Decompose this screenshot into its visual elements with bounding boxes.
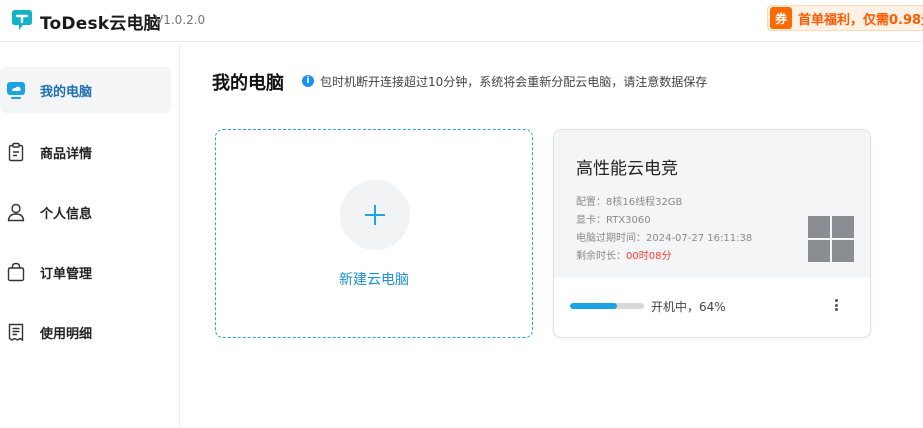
app-header: ToDesk云电脑 V1.0.2.0 券 首单福利，仅需0.98元 — [0, 0, 923, 42]
more-options-button[interactable] — [828, 296, 844, 314]
sidebar-item-label: 使用明细 — [40, 326, 93, 342]
user-icon — [6, 202, 26, 222]
coupon-icon: 券 — [770, 7, 792, 29]
receipt-icon — [6, 322, 26, 342]
cloud-pc-icon — [6, 80, 26, 100]
cloud-pc-info: 高性能云电竞 配置：8核16线程32GB 显卡：RTX3060 电脑过期时间：2… — [554, 130, 870, 278]
more-dot — [834, 303, 838, 307]
info-icon: i — [302, 75, 314, 87]
clipboard-icon — [6, 142, 26, 162]
sidebar-item-label: 商品详情 — [40, 146, 93, 162]
sidebar-item-label: 我的电脑 — [40, 84, 93, 100]
session-notice: 包时机断开连接超过10分钟，系统将会重新分配云电脑，请注意数据保存 — [320, 75, 708, 89]
more-dot — [834, 308, 838, 311]
more-dot — [834, 299, 838, 302]
brand-name: ToDesk云电脑 — [40, 14, 161, 34]
new-cloud-pc-label: 新建云电脑 — [339, 272, 409, 288]
promo-text: 首单福利，仅需0.98元 — [798, 12, 923, 28]
sidebar-item-usage-details[interactable]: 使用明细 — [0, 309, 171, 355]
spec-remaining-time: 剩余时长：00时08分 — [576, 251, 672, 262]
spec-gpu: 显卡：RTX3060 — [576, 215, 651, 226]
new-cloud-pc-card[interactable]: 新建云电脑 — [215, 129, 533, 338]
sidebar-item-label: 订单管理 — [40, 266, 93, 282]
todesk-logo-icon — [12, 10, 32, 30]
cloud-pc-card[interactable]: 高性能云电竞 配置：8核16线程32GB 显卡：RTX3060 电脑过期时间：2… — [553, 129, 871, 338]
shopping-bag-icon — [6, 262, 26, 282]
boot-progress-fill — [570, 303, 618, 309]
sidebar-item-label: 个人信息 — [40, 206, 93, 222]
spec-config: 配置：8核16线程32GB — [576, 197, 683, 208]
app-version: V1.0.2.0 — [155, 13, 206, 27]
app-window: ToDesk云电脑 V1.0.2.0 券 首单福利，仅需0.98元 我的电脑 商… — [0, 0, 923, 428]
windows-icon — [808, 216, 854, 262]
promo-banner[interactable]: 券 首单福利，仅需0.98元 — [767, 5, 923, 31]
page-title: 我的电脑 — [212, 73, 284, 94]
cloud-pc-name: 高性能云电竞 — [576, 159, 678, 179]
sidebar-item-order-management[interactable]: 订单管理 — [0, 249, 171, 295]
sidebar-item-personal-info[interactable]: 个人信息 — [0, 189, 171, 235]
spec-expire-time: 电脑过期时间：2024-07-27 16:11:38 — [576, 233, 753, 244]
boot-status-text: 开机中，64% — [651, 300, 726, 314]
boot-progress-bar — [570, 303, 644, 309]
plus-icon — [340, 180, 410, 250]
sidebar: 我的电脑 商品详情 个人信息 订单管理 使用明细 — [0, 43, 180, 428]
sidebar-item-my-computer[interactable]: 我的电脑 — [0, 67, 171, 113]
sidebar-item-product-details[interactable]: 商品详情 — [0, 129, 171, 175]
